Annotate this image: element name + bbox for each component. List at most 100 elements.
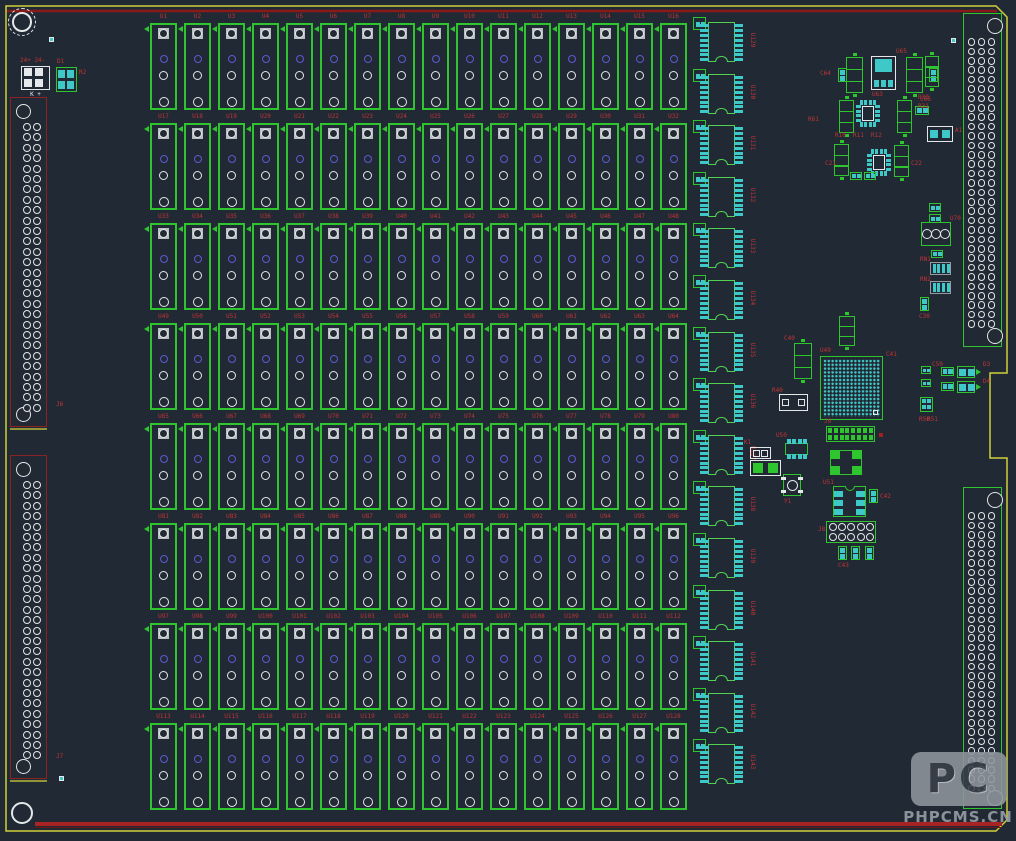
relay-footprint[interactable]: U37 bbox=[286, 223, 313, 310]
relay-footprint[interactable]: U21 bbox=[286, 123, 313, 210]
relay-footprint[interactable]: U116 bbox=[252, 723, 279, 810]
relay-footprint[interactable]: U22 bbox=[320, 123, 347, 210]
relay-footprint[interactable]: U83 bbox=[218, 523, 245, 610]
relay-footprint[interactable]: U43 bbox=[490, 223, 517, 310]
relay-footprint[interactable]: U17 bbox=[150, 123, 177, 210]
relay-footprint[interactable]: U79 bbox=[626, 423, 653, 510]
relay-footprint[interactable]: U12 bbox=[524, 23, 551, 110]
cap2-footprint[interactable] bbox=[931, 250, 943, 258]
relay-footprint[interactable]: U33 bbox=[150, 223, 177, 310]
relay-footprint[interactable]: U78 bbox=[592, 423, 619, 510]
relay-footprint[interactable]: U10 bbox=[456, 23, 483, 110]
white4-footprint[interactable]: K + bbox=[21, 66, 50, 90]
relay-footprint[interactable]: U94 bbox=[592, 523, 619, 610]
ic-footprint[interactable]: U130 bbox=[693, 69, 755, 121]
seg3v-footprint[interactable] bbox=[834, 144, 849, 176]
seg3v-footprint[interactable] bbox=[839, 316, 855, 346]
relay-footprint[interactable]: U113 bbox=[150, 723, 177, 810]
edge-connector-left[interactable]: J7 bbox=[10, 455, 47, 779]
seg3v-footprint[interactable] bbox=[925, 56, 939, 87]
relay-footprint[interactable]: U50 bbox=[184, 323, 211, 410]
relay-footprint[interactable]: U15 bbox=[626, 23, 653, 110]
relay-footprint[interactable]: U1 bbox=[150, 23, 177, 110]
relay-footprint[interactable]: U71 bbox=[354, 423, 381, 510]
relay-footprint[interactable]: U103 bbox=[354, 623, 381, 710]
seg3v-footprint[interactable] bbox=[897, 100, 912, 133]
relay-footprint[interactable]: U75 bbox=[490, 423, 517, 510]
relay-footprint[interactable]: U117 bbox=[286, 723, 313, 810]
seg3v-footprint[interactable] bbox=[794, 343, 812, 379]
relay-footprint[interactable]: U115 bbox=[218, 723, 245, 810]
res4-footprint[interactable] bbox=[930, 281, 951, 294]
relay-footprint[interactable]: U76 bbox=[524, 423, 551, 510]
edge-connector-right[interactable] bbox=[963, 13, 1002, 347]
relay-footprint[interactable]: U86 bbox=[320, 523, 347, 610]
relay-footprint[interactable]: U51 bbox=[218, 323, 245, 410]
relay-footprint[interactable]: U39 bbox=[354, 223, 381, 310]
relay-footprint[interactable]: U23 bbox=[354, 123, 381, 210]
diode-footprint[interactable] bbox=[957, 366, 981, 378]
relay-footprint[interactable]: U61 bbox=[558, 323, 585, 410]
relay-footprint[interactable]: U114 bbox=[184, 723, 211, 810]
relay-footprint[interactable]: U48 bbox=[660, 223, 687, 310]
relay-footprint[interactable]: U68 bbox=[252, 423, 279, 510]
relay-footprint[interactable]: U24 bbox=[388, 123, 415, 210]
cap2-footprint[interactable] bbox=[921, 366, 931, 374]
relay-footprint[interactable]: U98 bbox=[184, 623, 211, 710]
res4-footprint[interactable] bbox=[930, 262, 951, 275]
relay-footprint[interactable]: U120 bbox=[388, 723, 415, 810]
relay-footprint[interactable]: U119 bbox=[354, 723, 381, 810]
diode-footprint[interactable] bbox=[957, 381, 981, 393]
relay-footprint[interactable]: U69 bbox=[286, 423, 313, 510]
relay-footprint[interactable]: U81 bbox=[150, 523, 177, 610]
seg3v-footprint[interactable] bbox=[906, 57, 923, 93]
ic-footprint[interactable]: U140 bbox=[693, 585, 755, 637]
relay-footprint[interactable]: U122 bbox=[456, 723, 483, 810]
ic-footprint[interactable]: U143 bbox=[693, 739, 755, 791]
relay-footprint[interactable]: U36 bbox=[252, 223, 279, 310]
edge-connector-left[interactable]: J6 bbox=[10, 97, 47, 427]
relay-footprint[interactable]: U42 bbox=[456, 223, 483, 310]
relay-footprint[interactable]: U127 bbox=[626, 723, 653, 810]
relay-footprint[interactable]: U100 bbox=[252, 623, 279, 710]
xtal-footprint[interactable] bbox=[783, 474, 801, 496]
ic-footprint[interactable]: U139 bbox=[693, 533, 755, 585]
relay-footprint[interactable]: U128 bbox=[660, 723, 687, 810]
cap2v-footprint[interactable] bbox=[869, 489, 878, 503]
dip8-footprint[interactable] bbox=[785, 439, 808, 459]
relay-footprint[interactable]: U87 bbox=[354, 523, 381, 610]
ic-footprint[interactable]: U137 bbox=[693, 430, 755, 482]
relay-footprint[interactable]: U110 bbox=[592, 623, 619, 710]
relay-footprint[interactable]: U74 bbox=[456, 423, 483, 510]
cap2-footprint[interactable] bbox=[929, 203, 941, 212]
relay-footprint[interactable]: U27 bbox=[490, 123, 517, 210]
ic-footprint[interactable]: U134 bbox=[693, 275, 755, 327]
pads2big-footprint[interactable] bbox=[750, 460, 781, 476]
relay-footprint[interactable]: U25 bbox=[422, 123, 449, 210]
cap2v-footprint[interactable] bbox=[865, 546, 874, 560]
relay-footprint[interactable]: U11 bbox=[490, 23, 517, 110]
relay-footprint[interactable]: U121 bbox=[422, 723, 449, 810]
relay-footprint[interactable]: U96 bbox=[660, 523, 687, 610]
relay-footprint[interactable]: U32 bbox=[660, 123, 687, 210]
ic-footprint[interactable]: U138 bbox=[693, 481, 755, 533]
relay-footprint[interactable]: U59 bbox=[490, 323, 517, 410]
relay-footprint[interactable]: U126 bbox=[592, 723, 619, 810]
relay-footprint[interactable]: U56 bbox=[388, 323, 415, 410]
green4-footprint[interactable] bbox=[56, 67, 77, 92]
relay-footprint[interactable]: U49 bbox=[150, 323, 177, 410]
relay-footprint[interactable]: U5 bbox=[286, 23, 313, 110]
relay-footprint[interactable]: U85 bbox=[286, 523, 313, 610]
quad4-footprint[interactable] bbox=[830, 450, 862, 475]
relay-footprint[interactable]: U88 bbox=[388, 523, 415, 610]
relay-footprint[interactable]: U2 bbox=[184, 23, 211, 110]
cap2-footprint[interactable] bbox=[941, 367, 954, 376]
cap2-footprint[interactable] bbox=[850, 172, 862, 180]
relay-footprint[interactable]: U124 bbox=[524, 723, 551, 810]
relay-footprint[interactable]: U95 bbox=[626, 523, 653, 610]
relay-footprint[interactable]: U8 bbox=[388, 23, 415, 110]
seg3v-footprint[interactable] bbox=[839, 100, 854, 133]
relay-footprint[interactable]: U63 bbox=[626, 323, 653, 410]
relay-footprint[interactable]: U44 bbox=[524, 223, 551, 310]
relay-footprint[interactable]: U52 bbox=[252, 323, 279, 410]
